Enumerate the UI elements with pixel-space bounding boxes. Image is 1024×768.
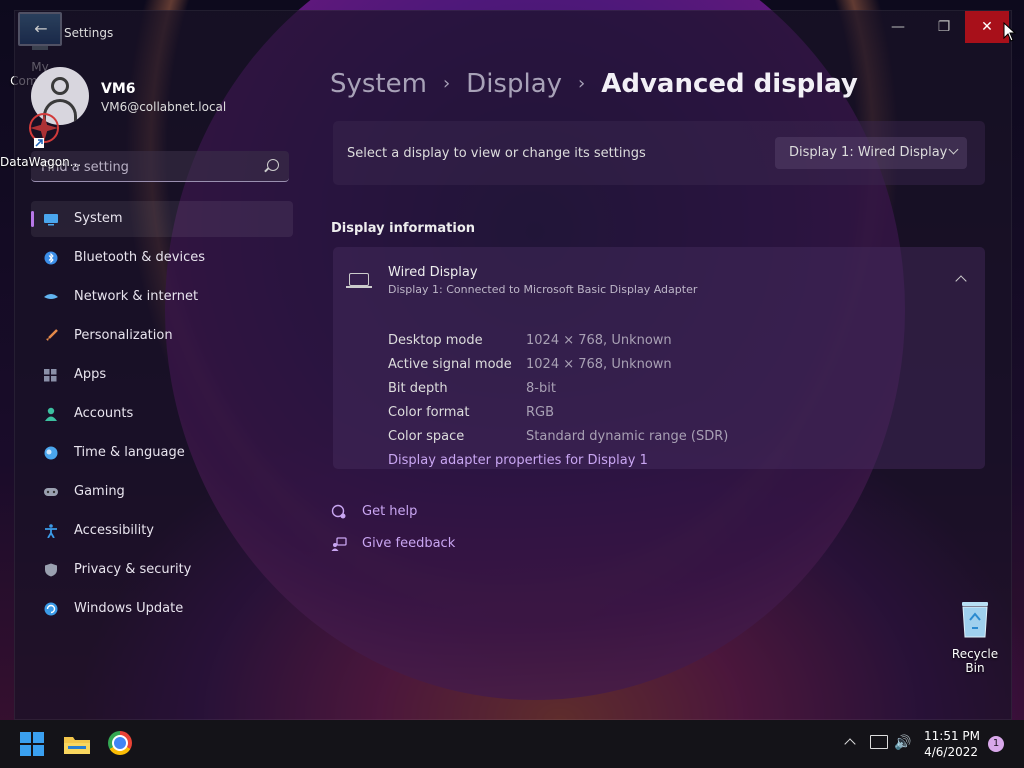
window-title: Settings [64,26,114,40]
minimize-button[interactable]: — [875,11,921,43]
sidebar-item-network[interactable]: Network & internet [31,279,293,315]
apps-icon [44,369,57,382]
network-icon[interactable] [870,735,888,749]
property-value: 8-bit [526,381,556,396]
sidebar-item-label: Time & language [74,445,185,460]
get-help-label: Get help [362,504,418,519]
person-icon [45,407,57,421]
windows-logo-icon [33,732,44,743]
mouse-cursor-icon [1003,22,1017,42]
sidebar-item-label: Privacy & security [74,562,192,577]
chevron-up-icon[interactable] [955,275,967,287]
property-key: Active signal mode [388,357,512,372]
sidebar-item-label: Personalization [74,328,173,343]
display-connection: Display 1: Connected to Microsoft Basic … [388,283,698,296]
sidebar-item-system[interactable]: System [31,201,293,237]
title-bar[interactable]: ← Settings — ❐ ✕ [15,11,1011,45]
file-explorer-icon[interactable] [64,734,90,754]
gamepad-icon [44,488,58,496]
settings-window: ← Settings — ❐ ✕ VM6 VM6@collabnet.local… [14,10,1012,720]
wifi-icon [44,294,58,299]
display-selector-label: Select a display to view or change its s… [347,146,646,161]
adapter-properties-link[interactable]: Display adapter properties for Display 1 [388,453,648,468]
sidebar-item-personalization[interactable]: Personalization [31,318,293,354]
sidebar-item-label: Gaming [74,484,125,499]
sidebar-item-label: Windows Update [74,601,184,616]
display-info-card: Wired Display Display 1: Connected to Mi… [333,247,985,469]
maximize-button[interactable]: ❐ [921,11,967,43]
sidebar-item-gaming[interactable]: Gaming [31,474,293,510]
brush-icon [46,329,58,341]
update-icon [44,602,58,616]
start-button[interactable] [20,732,44,756]
windows-logo-icon [20,745,31,756]
desktop-icon-label: Recycle Bin [951,647,999,675]
user-email: VM6@collabnet.local [101,100,227,114]
display-name: Wired Display [388,265,478,280]
breadcrumb: System › Display › Advanced display [330,69,858,99]
sidebar-item-label: Accessibility [74,523,154,538]
globe-icon [44,446,58,460]
sidebar-item-time-language[interactable]: Time & language [31,435,293,471]
system-icon [44,214,58,226]
property-value: 1024 × 768, Unknown [526,357,672,372]
sidebar-item-privacy-security[interactable]: Privacy & security [31,552,293,588]
clock-date[interactable]: 4/6/2022 [910,745,978,759]
property-value: Standard dynamic range (SDR) [526,429,729,444]
windows-logo-icon [33,745,44,756]
property-value: RGB [526,405,555,420]
sidebar-item-label: Bluetooth & devices [74,250,205,265]
chevron-down-icon [948,144,959,155]
display-selector-card: Select a display to view or change its s… [333,121,985,185]
property-key: Bit depth [388,381,448,396]
page-title: Advanced display [601,69,858,99]
sidebar-item-windows-update[interactable]: Windows Update [31,591,293,627]
datawagon-app-icon [29,113,59,148]
recycle-bin-icon [962,602,988,638]
monitor-icon [346,273,372,288]
sidebar-item-label: Apps [74,367,107,382]
bluetooth-icon [44,251,58,265]
shield-icon [45,563,57,577]
back-button[interactable]: ← [23,17,59,41]
breadcrumb-separator: › [442,73,451,94]
section-title: Display information [331,221,476,236]
notification-badge[interactable]: 1 [988,736,1004,752]
clock-time[interactable]: 11:51 PM [910,729,980,743]
sidebar-item-bluetooth[interactable]: Bluetooth & devices [31,240,293,276]
chrome-icon[interactable] [108,731,132,755]
sidebar-item-label: Accounts [74,406,134,421]
give-feedback-label: Give feedback [362,536,456,551]
search-icon[interactable] [267,159,279,171]
display-dropdown[interactable]: Display 1: Wired Display [775,137,967,169]
sidebar-item-accessibility[interactable]: Accessibility [31,513,293,549]
sidebar-item-accounts[interactable]: Accounts [31,396,293,432]
windows-logo-icon [20,732,31,743]
taskbar: 🔊 11:51 PM 4/6/2022 1 [0,720,1024,768]
breadcrumb-link-display[interactable]: Display [466,69,562,99]
user-name: VM6 [101,81,136,97]
property-key: Color space [388,429,465,444]
feedback-icon [331,537,347,551]
desktop-icon-label: DataWagon... [0,155,82,169]
help-icon [331,504,346,519]
show-hidden-icons-chevron-icon[interactable] [844,738,856,750]
display-dropdown-value: Display 1: Wired Display [789,145,948,160]
property-key: Color format [388,405,470,420]
property-value: 1024 × 768, Unknown [526,333,672,348]
sidebar-item-label: System [74,211,123,226]
breadcrumb-link-system[interactable]: System [330,69,427,99]
sidebar-item-label: Network & internet [74,289,199,304]
sidebar-item-apps[interactable]: Apps [31,357,293,393]
sidebar-nav: System Bluetooth & devices Network & int… [31,201,293,630]
accessibility-icon [45,524,57,538]
desktop-icon-recycle-bin[interactable]: Recycle Bin [942,598,1008,675]
property-key: Desktop mode [388,333,483,348]
breadcrumb-separator: › [578,73,586,94]
desktop-icon-datawagon[interactable]: DataWagon... [0,108,82,169]
person-head-icon [51,77,69,95]
